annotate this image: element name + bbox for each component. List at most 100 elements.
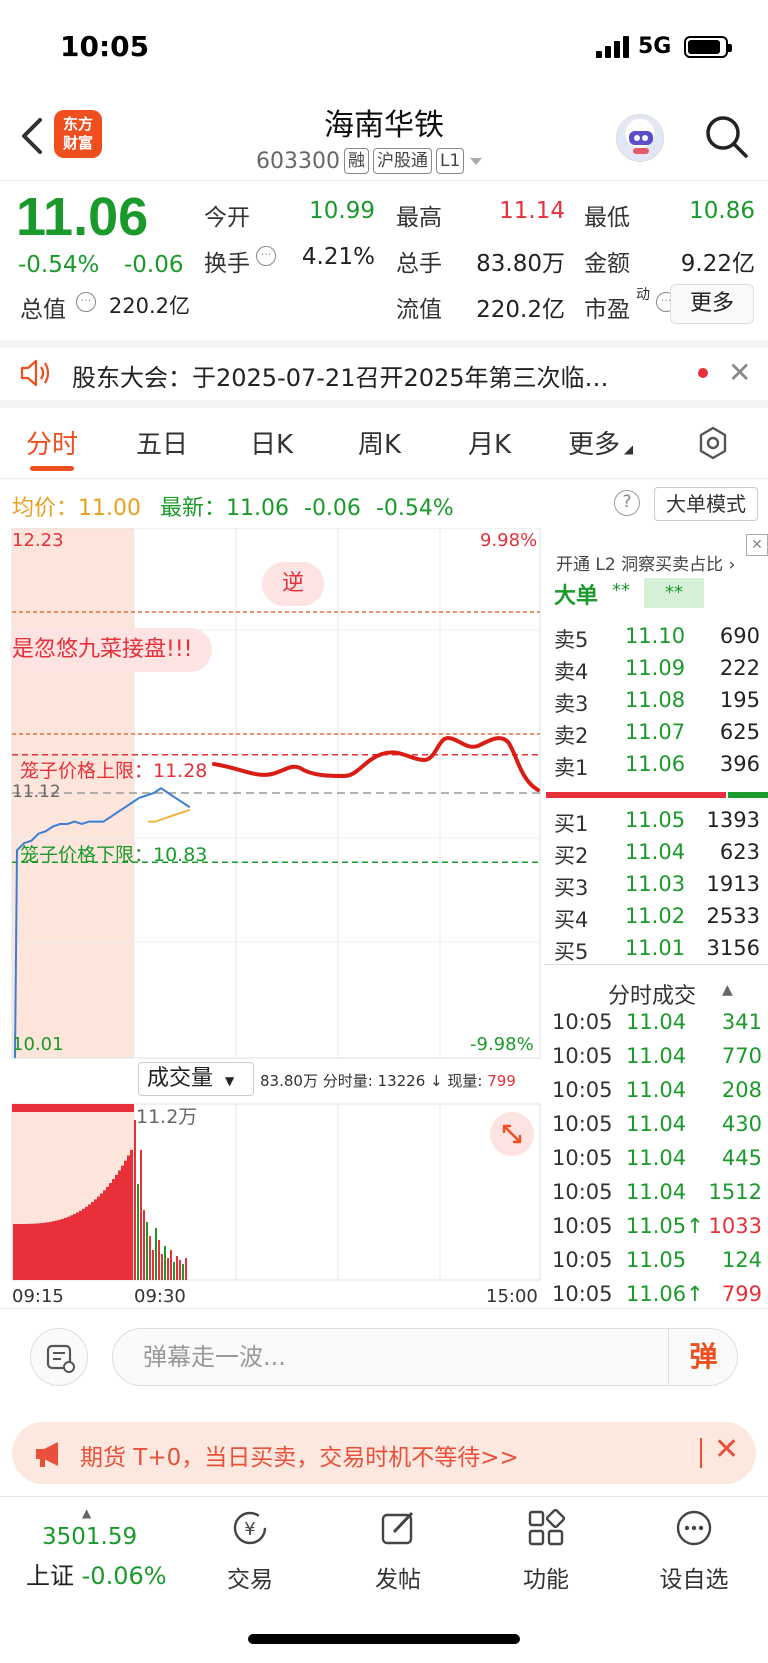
bid-level: 买3	[554, 876, 589, 900]
tabbar-functions[interactable]: 功能	[496, 1508, 596, 1594]
big-order-value-2: **	[644, 578, 704, 608]
divider	[0, 180, 768, 181]
tick-time: 10:05	[552, 1044, 613, 1068]
volume-bar	[106, 1186, 109, 1280]
bid-row[interactable]: 买4 11.02 2533	[554, 904, 760, 936]
tabbar-trade[interactable]: ¥ 交易	[200, 1508, 300, 1594]
close-icon[interactable]: ✕	[746, 534, 768, 556]
volume-bar	[43, 1222, 46, 1280]
divider	[544, 964, 768, 965]
reverse-badge[interactable]: 逆	[262, 562, 324, 606]
volume-bar	[173, 1262, 175, 1280]
more-button[interactable]: 更多	[670, 284, 754, 324]
ask-price: 11.10	[624, 624, 686, 648]
tick-time: 10:05	[552, 1010, 613, 1034]
tick-volume: 430	[721, 1112, 762, 1136]
tab-daily-k[interactable]: 日K	[250, 424, 293, 461]
promo-text[interactable]: 期货 T+0，当日买卖，交易时机不等待>>	[80, 1438, 519, 1472]
index-quote[interactable]: 上证 -0.06%	[26, 1556, 167, 1591]
bid-ask-ratio-bar	[546, 792, 768, 798]
tick-time: 10:05	[552, 1214, 613, 1238]
tick-price: 11.04	[626, 1146, 687, 1170]
tick-row: 10:05 11.04 770	[552, 1044, 762, 1078]
ask-row[interactable]: 卖4 11.09 222	[554, 656, 760, 688]
volume-bar	[121, 1165, 124, 1280]
volume-bar	[152, 1250, 154, 1280]
volume-max-label: 11.2万	[136, 1106, 198, 1128]
tab-five-day[interactable]: 五日	[136, 424, 188, 461]
volume-bar	[182, 1264, 184, 1280]
latest-pct: -0.54%	[375, 496, 454, 521]
ask-level: 卖2	[554, 724, 589, 748]
sort-up-icon[interactable]: ▲	[722, 982, 733, 998]
danmu-input[interactable]: 弹幕走一波...	[112, 1328, 738, 1386]
volume-bar	[37, 1223, 40, 1280]
tick-time: 10:05	[552, 1180, 613, 1204]
volume-bar	[100, 1193, 103, 1280]
info-dots-icon[interactable]: ···	[76, 292, 96, 312]
bid-row[interactable]: 买1 11.05 1393	[554, 808, 760, 840]
volume-indicator-select[interactable]: 成交量 ▼	[138, 1062, 254, 1096]
tab-intraday[interactable]: 分时	[26, 424, 78, 461]
big-order-value-1: **	[612, 580, 630, 601]
ask-row[interactable]: 卖2 11.07 625	[554, 720, 760, 752]
tick-row: 10:05 11.04 430	[552, 1112, 762, 1146]
tick-time: 10:05	[552, 1112, 613, 1136]
quote-label: 最低	[584, 205, 630, 231]
stock-code-row[interactable]: 603300 融 沪股通 L1	[256, 146, 484, 176]
volume-bar	[55, 1220, 58, 1280]
tab-monthly-k[interactable]: 月K	[468, 424, 511, 461]
big-order-mode-button[interactable]: 大单模式	[654, 487, 758, 521]
tag-margin: 融	[343, 148, 369, 174]
expand-chart-button[interactable]	[490, 1112, 534, 1156]
ask-row[interactable]: 卖5 11.10 690	[554, 624, 760, 656]
notice-text[interactable]: 股东大会：于2025-07-21召开2025年第三次临…	[72, 358, 652, 393]
hand-drawn-stroke	[212, 735, 540, 792]
tick-volume: 208	[721, 1078, 762, 1102]
settings-icon[interactable]	[696, 426, 730, 460]
quote-value: 11.14	[499, 198, 565, 224]
bid-row[interactable]: 买3 11.03 1913	[554, 872, 760, 904]
ask-row[interactable]: 卖1 11.06 396	[554, 752, 760, 784]
volume-bar	[73, 1214, 76, 1280]
help-icon[interactable]: ?	[614, 490, 640, 516]
volume-bar	[176, 1256, 178, 1280]
assistant-avatar[interactable]	[616, 114, 664, 162]
close-icon[interactable]: ✕	[714, 1432, 739, 1467]
tab-weekly-k[interactable]: 周K	[358, 424, 401, 461]
tab-more[interactable]: 更多 ◢	[568, 424, 633, 461]
volume-bar	[158, 1240, 160, 1280]
volume-bar	[137, 1184, 139, 1280]
svg-text:¥: ¥	[244, 1519, 255, 1540]
ticks-title[interactable]: 分时成交	[608, 978, 696, 1010]
ask-level: 卖1	[554, 756, 589, 780]
tabbar-post[interactable]: 发帖	[348, 1508, 448, 1594]
volume-bar	[94, 1199, 97, 1280]
last-price: 11.06	[16, 187, 149, 247]
tick-row: 10:05 11.04 445	[552, 1146, 762, 1180]
quote-value: 4.21%	[301, 244, 375, 270]
bid-row[interactable]: 买2 11.04 623	[554, 840, 760, 872]
signal-icon	[596, 36, 629, 58]
l2-promo-link[interactable]: 开通 L2 洞察买卖占比 ›	[556, 550, 735, 575]
volume-bar	[52, 1221, 55, 1280]
index-value[interactable]: 3501.59	[42, 1524, 137, 1550]
caret-up-icon: ▲	[82, 1506, 92, 1520]
tabbar-watchlist[interactable]: 设自选	[644, 1508, 744, 1594]
volume-bar	[64, 1217, 67, 1280]
ask-row[interactable]: 卖3 11.08 195	[554, 688, 760, 720]
volume-bar	[49, 1221, 52, 1280]
volume-bar	[40, 1223, 43, 1280]
close-icon[interactable]: ✕	[728, 356, 751, 389]
quote-value: 83.80万	[476, 251, 565, 277]
volume-bar	[155, 1228, 157, 1280]
avg-price-line	[148, 808, 191, 823]
comment-settings-button[interactable]	[30, 1328, 88, 1386]
info-dots-icon[interactable]: ···	[256, 246, 276, 266]
volume-bar	[25, 1223, 28, 1280]
volume-bar	[19, 1223, 22, 1280]
search-icon[interactable]	[702, 112, 750, 160]
quote-label-sup: 动	[636, 287, 650, 303]
danmu-send-button[interactable]: 弹	[668, 1328, 738, 1386]
tab-indicator	[30, 466, 74, 471]
